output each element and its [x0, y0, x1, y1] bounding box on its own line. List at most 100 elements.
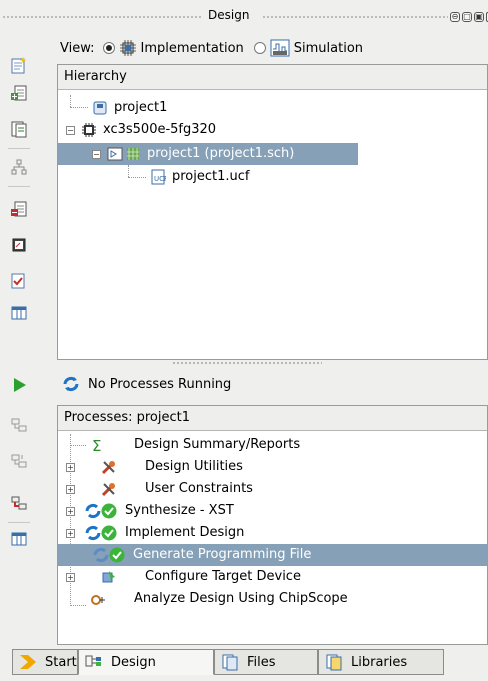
hierarchy-header: Hierarchy — [58, 65, 487, 90]
chipscope-icon — [91, 595, 105, 605]
toolbar-separator — [8, 186, 30, 187]
hierarchy-icon[interactable] — [10, 158, 28, 176]
grip-dots — [262, 15, 448, 19]
process-generate-programming-file[interactable]: Generate Programming File — [58, 544, 487, 566]
tools-icon — [101, 483, 115, 497]
process-label: Analyze Design Using ChipScope — [134, 591, 348, 606]
grip-dots — [2, 15, 202, 19]
process-properties-icon[interactable] — [10, 530, 28, 548]
collapse-icon[interactable]: − — [66, 125, 75, 135]
float-icon[interactable]: ⊖ — [450, 12, 460, 22]
tools-icon — [101, 461, 115, 475]
panel-title-bar: Design ⊖ ▢ ▣ ✕ — [0, 0, 488, 32]
tab-label: Start — [45, 654, 77, 670]
process-synthesize[interactable]: + Synthesize - XST — [66, 500, 234, 522]
libraries-icon — [326, 654, 342, 671]
hierarchy-item-label: project1 (project1.sch) — [147, 146, 295, 161]
tab-start[interactable]: Start — [12, 649, 78, 675]
refresh-icon — [93, 547, 109, 563]
schematic-icon — [127, 148, 139, 160]
implementation-icon — [119, 40, 136, 56]
process-label: Implement Design — [125, 525, 245, 540]
processes-panel: Processes: project1 Σ Design Summary/Rep… — [57, 405, 488, 645]
process-label: Design Summary/Reports — [134, 437, 301, 452]
start-arrow-icon — [20, 655, 36, 669]
view-label: View: — [60, 40, 95, 56]
simulation-radio[interactable] — [253, 42, 266, 54]
refresh-icon — [85, 503, 101, 519]
tree-line — [128, 165, 129, 177]
simulation-label: Simulation — [293, 40, 364, 56]
toolbar-separator — [8, 522, 30, 523]
add-source-icon[interactable] — [10, 84, 28, 102]
tree-line — [70, 605, 86, 606]
process-implement[interactable]: + Implement Design — [66, 522, 244, 544]
chip-properties-icon[interactable] — [10, 236, 28, 254]
new-source-icon[interactable] — [10, 56, 28, 74]
tab-label: Files — [247, 654, 276, 670]
process-analyze-chipscope[interactable]: Analyze Design Using ChipScope — [90, 588, 348, 610]
panel-splitter[interactable] — [172, 361, 322, 365]
status-text: No Processes Running — [88, 376, 232, 392]
expand-icon[interactable]: + — [66, 462, 75, 472]
panel-view-icon[interactable] — [10, 304, 28, 322]
simulation-icon — [270, 39, 290, 57]
view-selector: View: Implementation Simulation — [60, 38, 363, 58]
edit-document-icon[interactable] — [10, 272, 28, 290]
ucf-file-icon: UCF — [151, 169, 166, 185]
hierarchy-item-project1[interactable]: project1 — [92, 97, 167, 119]
hierarchy-item-ucf[interactable]: UCF project1.ucf — [150, 166, 250, 188]
tree-line — [70, 95, 71, 107]
implementation-label: Implementation — [140, 40, 244, 56]
files-icon — [222, 654, 238, 671]
add-copy-icon[interactable] — [10, 120, 28, 138]
process-label: User Constraints — [145, 481, 253, 496]
configure-icon — [102, 571, 115, 583]
project-icon — [93, 101, 107, 115]
hierarchy-item-schematic[interactable]: − project1 (project1.sch) — [58, 143, 358, 165]
implementation-radio[interactable] — [102, 42, 115, 54]
tab-libraries[interactable]: Libraries — [318, 649, 444, 675]
svg-text:Σ: Σ — [92, 437, 101, 453]
sigma-icon: Σ — [92, 437, 101, 453]
process-user-constraints[interactable]: + User Constraints — [66, 478, 253, 500]
processes-header: Processes: project1 — [58, 406, 487, 431]
refresh-icon — [85, 525, 101, 541]
refresh-icon — [63, 376, 79, 392]
process-configure-target[interactable]: + Configure Target Device — [66, 566, 301, 588]
tab-files[interactable]: Files — [214, 649, 318, 675]
expand-icon[interactable]: + — [66, 528, 75, 538]
tab-label: Libraries — [351, 654, 408, 670]
process-label: Design Utilities — [145, 459, 243, 474]
tree-line — [70, 107, 88, 108]
run-play-icon[interactable] — [10, 376, 28, 394]
check-icon — [101, 525, 117, 541]
expand-icon[interactable]: + — [66, 484, 75, 494]
maximize-icon[interactable]: ▣ — [474, 12, 484, 22]
panel-title: Design — [208, 8, 250, 22]
check-icon — [109, 547, 125, 563]
tab-design[interactable]: Design — [78, 649, 214, 675]
remove-source-icon[interactable] — [10, 200, 28, 218]
hierarchy-item-label: project1.ucf — [172, 169, 250, 184]
hierarchy-item-label: project1 — [114, 100, 168, 115]
chip-icon — [82, 123, 96, 137]
process-label: Synthesize - XST — [125, 503, 234, 518]
process-status: No Processes Running — [62, 374, 231, 394]
rerun-all-icon[interactable] — [10, 452, 28, 470]
toolbar-separator — [8, 148, 30, 149]
expand-icon[interactable]: + — [66, 572, 75, 582]
process-design-summary[interactable]: Σ Design Summary/Reports — [90, 434, 300, 456]
tree-line — [70, 445, 86, 446]
rerun-icon[interactable] — [10, 416, 28, 434]
stop-process-icon[interactable] — [10, 494, 28, 512]
schematic-symbol-icon — [107, 147, 123, 161]
hierarchy-item-device[interactable]: − xc3s500e-5fg320 — [66, 119, 216, 141]
process-design-utilities[interactable]: + Design Utilities — [66, 456, 243, 478]
collapse-icon[interactable]: − — [92, 149, 101, 159]
tree-line — [128, 177, 146, 178]
hierarchy-item-label: xc3s500e-5fg320 — [103, 122, 217, 137]
design-tab-icon — [85, 655, 101, 667]
restore-icon[interactable]: ▢ — [462, 12, 472, 22]
expand-icon[interactable]: + — [66, 506, 75, 516]
